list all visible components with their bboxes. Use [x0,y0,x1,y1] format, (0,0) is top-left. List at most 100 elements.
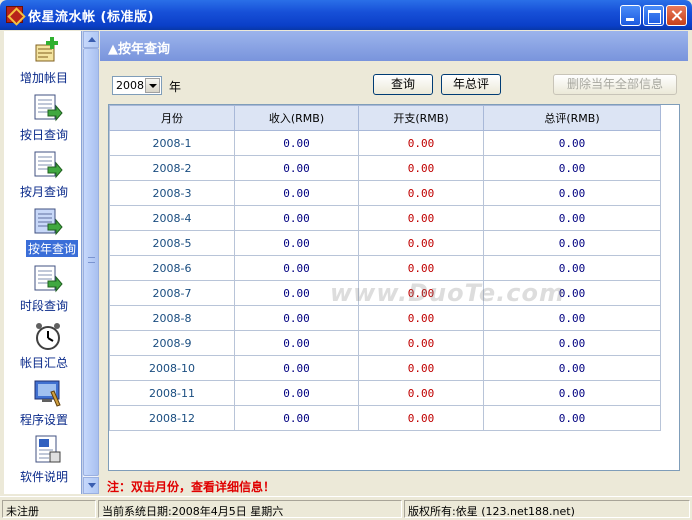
cell-month[interactable]: 2008-2 [109,155,235,181]
cell-month[interactable]: 2008-10 [109,355,235,381]
cell-expense: 0.00 [358,230,484,256]
cell-total: 0.00 [483,230,661,256]
table-row[interactable]: 2008-8 0.00 0.00 0.00 [109,305,661,331]
sidebar-item-period-query[interactable]: 时段查询 [8,261,80,317]
table-row[interactable]: 2008-6 0.00 0.00 0.00 [109,255,661,281]
title-bar[interactable]: 依星流水帐 (标准版) [0,0,692,30]
column-header-income[interactable]: 收入(RMB) [234,105,359,131]
scrollbar-thumb[interactable] [83,48,99,476]
sidebar-item-monthly-query[interactable]: 按月查询 [8,147,80,203]
cell-total: 0.00 [483,205,661,231]
cell-month[interactable]: 2008-9 [109,330,235,356]
watermark-text: www.DuoTe.com [330,279,565,307]
settings-icon [34,380,61,407]
sidebar-item-settings[interactable]: 程序设置 [8,375,80,431]
year-unit-label: 年 [169,80,182,94]
sidebar-item-label: 增加帐目 [19,71,68,85]
cell-expense: 0.00 [358,380,484,406]
cell-total: 0.00 [483,330,661,356]
sidebar-item-label: 按日查询 [19,128,68,142]
scroll-down-button[interactable] [83,477,99,494]
cell-income: 0.00 [234,305,359,331]
cell-income: 0.00 [234,205,359,231]
help-document-icon [35,435,61,463]
sidebar-item-label: 帐目汇总 [19,356,68,370]
add-account-icon [35,37,58,62]
cell-income: 0.00 [234,380,359,406]
grip-icon [88,257,95,263]
cell-income: 0.00 [234,405,359,431]
table-row[interactable]: 2008-11 0.00 0.00 0.00 [109,380,661,406]
window-title: 依星流水帐 (标准版) [28,10,154,25]
sidebar-item-label: 按年查询 [26,240,78,257]
table-row[interactable]: 2008-9 0.00 0.00 0.00 [109,330,661,356]
status-bar: 未注册 当前系统日期:2008年4月5日 星期六 版权所有:依星 (123.ne… [0,496,692,520]
maximize-button[interactable] [643,5,664,26]
cell-total: 0.00 [483,180,661,206]
year-select-value: 2008 [116,79,144,92]
year-select[interactable]: 2008 [112,76,162,95]
cell-income: 0.00 [234,255,359,281]
cell-expense: 0.00 [358,330,484,356]
sidebar-scrollbar[interactable] [82,31,99,494]
scroll-up-button[interactable] [83,31,99,48]
sidebar-item-summary[interactable]: 帐目汇总 [8,318,80,374]
copyright-info: 版权所有:依星 (123.net188.net) [404,500,690,518]
cell-expense: 0.00 [358,180,484,206]
cell-expense: 0.00 [358,305,484,331]
chevron-down-icon [88,483,96,488]
cell-month[interactable]: 2008-1 [109,130,235,156]
sidebar-item-label: 时段查询 [19,299,68,313]
app-icon[interactable] [6,6,23,23]
column-header-total[interactable]: 总评(RMB) [483,105,661,131]
column-header-month[interactable]: 月份 [109,105,235,131]
minimize-button[interactable] [620,5,641,26]
table-row[interactable]: 2008-12 0.00 0.00 0.00 [109,405,661,431]
hint-note: 注：双击月份，查看详细信息！ [107,480,276,494]
daily-query-icon [34,94,63,122]
cell-expense: 0.00 [358,155,484,181]
close-button[interactable] [666,5,687,26]
sidebar-item-daily-query[interactable]: 按日查询 [8,90,80,146]
delete-year-button: 删除当年全部信息 [553,74,677,95]
table-row[interactable]: 2008-2 0.00 0.00 0.00 [109,155,661,181]
annual-review-button[interactable]: 年总评 [441,74,501,95]
cell-month[interactable]: 2008-8 [109,305,235,331]
yearly-query-icon [34,208,63,236]
cell-expense: 0.00 [358,130,484,156]
cell-total: 0.00 [483,305,661,331]
cell-month[interactable]: 2008-12 [109,405,235,431]
cell-month[interactable]: 2008-6 [109,255,235,281]
table-header-row: 月份 收入(RMB) 开支(RMB) 总评(RMB) [109,105,661,131]
cell-month[interactable]: 2008-5 [109,230,235,256]
table-row[interactable]: 2008-3 0.00 0.00 0.00 [109,180,661,206]
cell-income: 0.00 [234,230,359,256]
cell-expense: 0.00 [358,405,484,431]
table-row[interactable]: 2008-4 0.00 0.00 0.00 [109,205,661,231]
cell-month[interactable]: 2008-4 [109,205,235,231]
table-row[interactable]: 2008-10 0.00 0.00 0.00 [109,355,661,381]
cell-expense: 0.00 [358,355,484,381]
period-query-icon [34,265,63,293]
sidebar-item-label: 程序设置 [19,413,68,427]
sidebar-item-label: 按月查询 [19,185,68,199]
table-row[interactable]: 2008-5 0.00 0.00 0.00 [109,230,661,256]
main-content: ▲按年查询 2008 年 查询 年总评 删除当年全部信息 月份 收入(RMB) … [100,31,688,494]
chevron-down-icon[interactable] [145,78,160,93]
alarm-clock-icon [36,323,60,350]
section-title: ▲按年查询 [108,42,170,57]
cell-income: 0.00 [234,330,359,356]
table-row[interactable]: 2008-1 0.00 0.00 0.00 [109,130,661,156]
column-header-expense[interactable]: 开支(RMB) [358,105,484,131]
sidebar-item-add-account[interactable]: 增加帐目 [8,33,80,89]
section-header: ▲按年查询 [100,31,688,61]
cell-income: 0.00 [234,355,359,381]
cell-month[interactable]: 2008-3 [109,180,235,206]
sidebar-item-help[interactable]: 软件说明 [8,432,80,488]
sidebar-item-yearly-query[interactable]: 按年查询 [8,204,80,260]
query-button[interactable]: 查询 [373,74,433,95]
cell-month[interactable]: 2008-11 [109,380,235,406]
sidebar: 增加帐目 按日查询 按月查询 按年查询 时段查询 帐目汇总 程序设置 软件说明 [4,31,82,494]
cell-income: 0.00 [234,180,359,206]
cell-month[interactable]: 2008-7 [109,280,235,306]
